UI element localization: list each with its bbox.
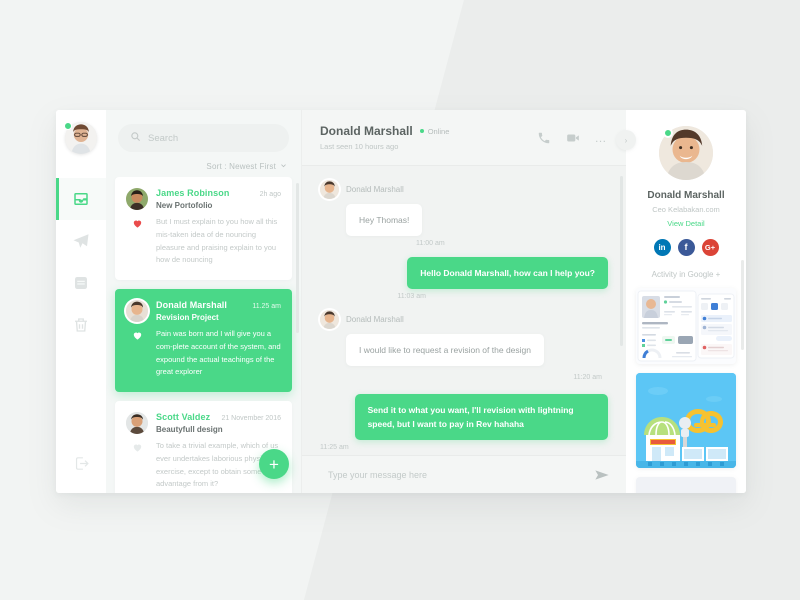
social-links: in f G+ bbox=[653, 239, 719, 256]
googleplus-icon[interactable]: G+ bbox=[701, 239, 719, 256]
chat-bubble: Send it to what you want, I'll revision … bbox=[354, 394, 608, 441]
online-status-dot bbox=[663, 128, 673, 138]
status-label: Online bbox=[427, 126, 450, 136]
video-icon[interactable] bbox=[566, 131, 580, 145]
favorite-heart-icon[interactable] bbox=[126, 216, 148, 229]
drafts-icon bbox=[72, 274, 90, 292]
send-icon bbox=[72, 232, 90, 250]
profile-name: Donald Marshall bbox=[647, 190, 725, 201]
send-button[interactable] bbox=[594, 467, 610, 483]
last-seen-text: Last seen 10 hours ago bbox=[320, 142, 399, 151]
chat-message-sender: Donald Marshall bbox=[346, 315, 404, 325]
profile-avatar bbox=[659, 126, 713, 180]
compose-button[interactable]: + bbox=[259, 449, 289, 479]
message-composer bbox=[302, 455, 626, 493]
phone-icon[interactable] bbox=[537, 131, 551, 145]
chat-header: Donald Marshall Online Last seen 10 hour… bbox=[302, 110, 626, 166]
app-window: Sort : Newest First bbox=[56, 110, 746, 493]
list-item[interactable]: James Robinson 2h ago New Portofolio But… bbox=[115, 177, 292, 280]
message-input[interactable] bbox=[328, 469, 584, 480]
profile-scrollbar[interactable] bbox=[741, 260, 744, 350]
chat-message-sender: Donald Marshall bbox=[346, 185, 404, 194]
chat-message-outgoing: Send it to what you want, I'll revision … bbox=[320, 394, 608, 451]
search-icon bbox=[130, 129, 141, 147]
view-detail-link[interactable]: View Detail bbox=[667, 219, 704, 228]
list-item-subject: New Portofolio bbox=[156, 201, 213, 210]
chat-scrollbar[interactable] bbox=[620, 176, 623, 346]
chat-bubble: Hey Thomas! bbox=[346, 204, 423, 237]
favorite-heart-icon[interactable] bbox=[126, 328, 148, 341]
avatar bbox=[320, 310, 339, 330]
linkedin-icon[interactable]: in bbox=[653, 239, 671, 256]
activity-title: Activity in Google + bbox=[651, 270, 721, 279]
chat-message-time: 11:03 am bbox=[397, 293, 426, 301]
chat-contact-name: Donald Marshall bbox=[320, 124, 413, 138]
chat-messages[interactable]: Donald Marshall Hey Thomas! 11:00 am Hel… bbox=[302, 166, 626, 455]
list-item-time: 21 November 2016 bbox=[221, 415, 281, 422]
activity-cards bbox=[626, 288, 746, 493]
rail-nav-list bbox=[56, 178, 106, 346]
list-item-sender: Scott Valdez bbox=[156, 412, 211, 422]
chat-bubble: Hello Donald Marshall, how can I help yo… bbox=[407, 257, 608, 290]
collapse-profile-button[interactable]: › bbox=[616, 130, 636, 150]
list-scrollbar[interactable] bbox=[296, 183, 299, 333]
online-dot-icon bbox=[419, 129, 424, 133]
chat-message-incoming: Donald Marshall Hey Thomas! 11:00 am bbox=[320, 180, 608, 247]
search-box[interactable] bbox=[118, 124, 289, 152]
pretzel-shop-illustration-card[interactable] bbox=[636, 373, 736, 468]
more-icon[interactable]: … bbox=[595, 132, 609, 144]
sidebar-item-trash[interactable] bbox=[56, 304, 106, 346]
sidebar-item-inbox[interactable] bbox=[56, 178, 106, 220]
trash-icon bbox=[72, 316, 90, 334]
list-item-time: 2h ago bbox=[259, 191, 281, 198]
list-item-excerpt: But I must explain to you how all this m… bbox=[156, 217, 278, 265]
search-input[interactable] bbox=[148, 132, 277, 144]
list-item-subject: Revision Project bbox=[156, 313, 219, 322]
chat-message-time: 11:25 am bbox=[320, 444, 349, 452]
sort-selector[interactable]: Sort : Newest First bbox=[106, 152, 301, 177]
profile-role: Ceo Kelabakan.com bbox=[652, 205, 720, 214]
inbox-icon bbox=[72, 190, 90, 208]
message-list-scroll[interactable]: James Robinson 2h ago New Portofolio But… bbox=[106, 177, 301, 493]
list-item-sender: Donald Marshall bbox=[156, 300, 228, 310]
list-item-time: 11.25 am bbox=[252, 303, 281, 310]
list-item-subject: Beautyfull design bbox=[156, 425, 223, 434]
sidebar-item-drafts[interactable] bbox=[56, 262, 106, 304]
chat-message-outgoing: Hello Donald Marshall, how can I help yo… bbox=[320, 257, 608, 300]
chat-panel: › Donald Marshall Online Last seen 10 ho… bbox=[302, 110, 636, 493]
logout-button[interactable] bbox=[56, 455, 106, 477]
chat-message-time: 11:20 am bbox=[573, 374, 602, 382]
chat-message-time: 11:00 am bbox=[416, 240, 445, 248]
list-item-sender: James Robinson bbox=[156, 188, 230, 198]
chevron-right-icon: › bbox=[624, 135, 628, 145]
online-status-dot bbox=[64, 122, 72, 130]
sort-label: Sort : Newest First bbox=[206, 162, 276, 171]
chat-bubble: I would like to request a revision of th… bbox=[346, 334, 544, 367]
chat-message-incoming: Donald Marshall I would like to request … bbox=[320, 310, 608, 384]
plus-icon: + bbox=[269, 454, 279, 474]
list-item[interactable]: Scott Valdez 21 November 2016 Beautyfull… bbox=[115, 401, 292, 493]
profile-panel: Donald Marshall Ceo Kelabakan.com View D… bbox=[626, 110, 746, 493]
favorite-heart-icon[interactable] bbox=[126, 440, 148, 453]
facebook-icon[interactable]: f bbox=[677, 239, 695, 256]
chevron-down-icon bbox=[280, 162, 287, 171]
partial-card[interactable] bbox=[636, 477, 736, 493]
logout-icon bbox=[73, 455, 90, 477]
dashboard-mockup-card[interactable] bbox=[636, 288, 736, 364]
search-area bbox=[106, 110, 301, 152]
icon-rail bbox=[56, 110, 106, 493]
chat-actions: … bbox=[537, 131, 609, 145]
avatar bbox=[126, 300, 148, 322]
message-list-panel: Sort : Newest First bbox=[106, 110, 302, 493]
list-item[interactable]: Donald Marshall 11.25 am Revision Projec… bbox=[115, 289, 292, 392]
avatar bbox=[126, 412, 148, 434]
status-badge: Online bbox=[419, 126, 450, 136]
avatar bbox=[320, 180, 339, 199]
list-item-excerpt: Pain was born and I will give you a com-… bbox=[156, 329, 281, 377]
current-user-avatar[interactable] bbox=[64, 122, 97, 154]
avatar bbox=[126, 188, 148, 210]
sidebar-item-sent[interactable] bbox=[56, 220, 106, 262]
